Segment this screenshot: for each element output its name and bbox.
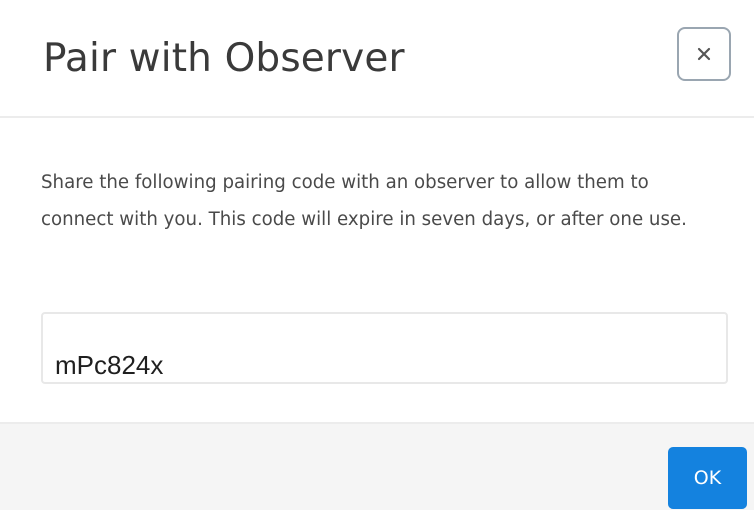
- pairing-code-input[interactable]: [55, 348, 655, 382]
- pair-with-observer-dialog: Pair with Observer Share the following p…: [0, 0, 754, 510]
- dialog-title: Pair with Observer: [43, 36, 405, 81]
- pairing-code-field: [41, 312, 728, 384]
- dialog-body: Share the following pairing code with an…: [0, 118, 754, 422]
- close-button[interactable]: [677, 27, 731, 81]
- dialog-header: Pair with Observer: [0, 0, 754, 118]
- ok-button[interactable]: OK: [668, 447, 747, 509]
- dialog-footer: OK: [0, 422, 754, 510]
- close-icon: [697, 47, 711, 61]
- pairing-instructions: Share the following pairing code with an…: [41, 172, 687, 230]
